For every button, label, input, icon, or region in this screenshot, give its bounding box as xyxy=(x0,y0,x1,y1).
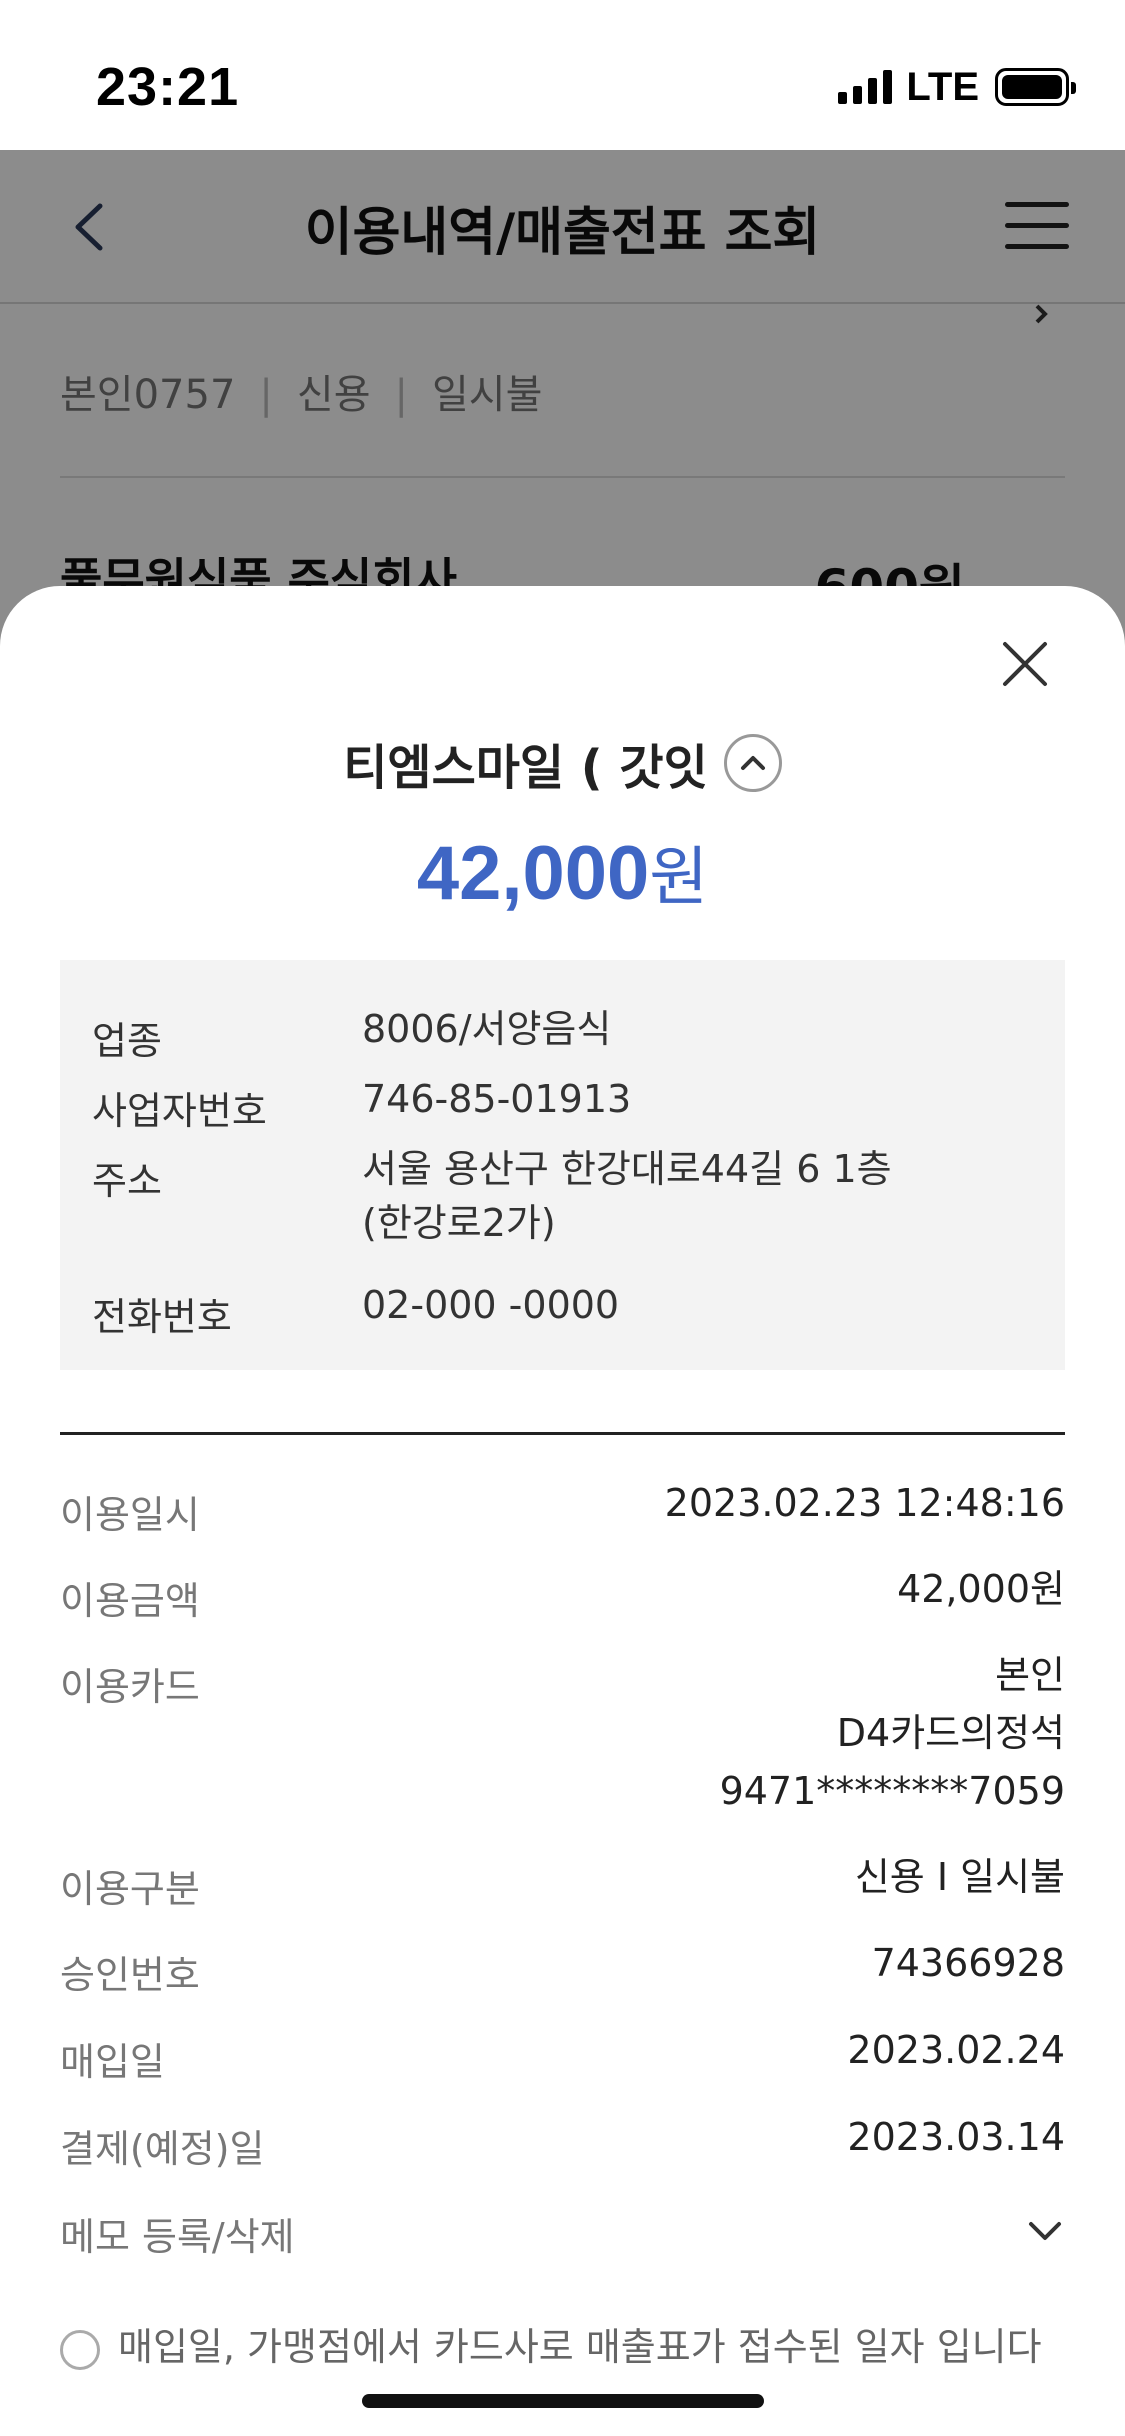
chevron-down-icon xyxy=(1029,2222,1061,2240)
status-indicators: LTE xyxy=(838,62,1076,112)
detail-label: 이용구분 xyxy=(60,1867,200,1911)
transaction-detail-sheet: 티엠스마일 ( 갓잇 42,000원 업종 8006/서양음식 사업자번호 74… xyxy=(0,586,1125,2436)
info-label: 업종 xyxy=(92,1019,162,1063)
notice-text: 매입일, 가맹점에서 카드사로 매출표가 접수된 일자 입니다 xyxy=(60,2316,1042,2371)
merchant-header: 티엠스마일 ( 갓잇 xyxy=(0,726,1125,800)
info-label: 전화번호 xyxy=(92,1295,232,1339)
address-line: 서울 용산구 한강대로44길 6 1층 xyxy=(362,1147,892,1191)
detail-value: 2023.02.24 xyxy=(847,2028,1065,2072)
info-label: 사업자번호 xyxy=(92,1089,267,1133)
battery-icon xyxy=(995,68,1076,106)
amount-number: 42,000 xyxy=(416,831,650,916)
status-time: 23:21 xyxy=(96,57,240,117)
info-value: 746-85-01913 xyxy=(362,1077,632,1121)
merchant-name: 티엠스마일 ( 갓잇 xyxy=(343,740,708,796)
card-number: 9471********7059 xyxy=(719,1769,1065,1813)
home-indicator[interactable] xyxy=(362,2394,764,2408)
card-owner: 본인 xyxy=(995,1653,1065,1697)
detail-value: 42,000원 xyxy=(897,1567,1065,1611)
detail-value: 2023.02.23 12:48:16 xyxy=(664,1481,1065,1525)
detail-value: 2023.03.14 xyxy=(847,2115,1065,2159)
signal-icon xyxy=(838,70,893,104)
info-value: 8006/서양음식 xyxy=(362,1007,612,1051)
info-icon xyxy=(60,2329,100,2370)
detail-label: 이용일시 xyxy=(60,1493,200,1537)
amount-unit: 원 xyxy=(649,841,709,915)
info-label: 주소 xyxy=(92,1159,162,1203)
collapse-merchant-info-button[interactable] xyxy=(723,734,782,792)
detail-value: 신용 I 일시불 xyxy=(854,1855,1065,1899)
detail-label: 매입일 xyxy=(60,2040,165,2084)
close-button[interactable] xyxy=(997,636,1053,692)
detail-label: 이용금액 xyxy=(60,1579,200,1623)
detail-label: 이용카드 xyxy=(60,1665,200,1709)
info-value: 02-000 -0000 xyxy=(362,1283,620,1327)
address-line: (한강로2가) xyxy=(362,1201,556,1245)
close-icon xyxy=(1003,642,1047,686)
card-name: D4카드의정석 xyxy=(836,1711,1065,1755)
memo-label: 메모 등록/삭제 xyxy=(60,2215,295,2259)
detail-value: 74366928 xyxy=(871,1941,1065,1985)
notice-message: 매입일, 가맹점에서 카드사로 매출표가 접수된 일자 입니다 xyxy=(118,2325,1042,2369)
info-value: 서울 용산구 한강대로44길 6 1층 (한강로2가) xyxy=(362,1142,1002,1250)
memo-toggle[interactable]: 메모 등록/삭제 xyxy=(60,2206,1065,2266)
detail-label: 승인번호 xyxy=(60,1953,200,1997)
section-divider xyxy=(60,1432,1065,1435)
detail-label: 결제(예정)일 xyxy=(60,2127,265,2171)
detail-value: 본인 D4카드의정석 9471********7059 xyxy=(720,1646,1065,1820)
status-bar: 23:21 LTE xyxy=(0,0,1125,150)
merchant-info-box: 업종 8006/서양음식 사업자번호 746-85-01913 주소 서울 용산… xyxy=(60,960,1065,1370)
chevron-up-icon xyxy=(740,756,765,770)
transaction-amount: 42,000원 xyxy=(0,826,1125,918)
network-type: LTE xyxy=(906,64,979,109)
